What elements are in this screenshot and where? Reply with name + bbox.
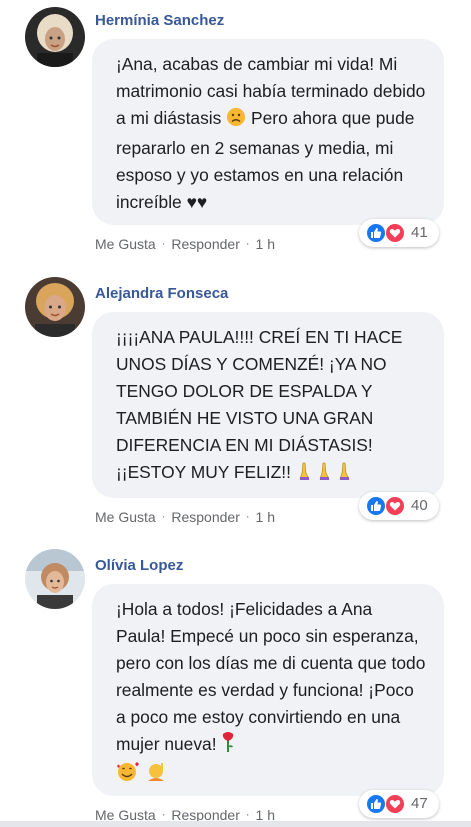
comment-author[interactable]: Alejandra Fonseca — [95, 285, 228, 302]
smiling-face-hearts-emoji-icon — [116, 761, 140, 791]
comment-timestamp[interactable]: 1 h — [256, 509, 275, 525]
reaction-count: 41 — [411, 224, 428, 241]
comment-timestamp[interactable]: 1 h — [256, 236, 275, 252]
avatar[interactable] — [25, 7, 85, 67]
avatar-photo-icon — [25, 549, 85, 609]
comment-text: ¡Ana, acabas de cambiar mi vida! Mi matr… — [116, 51, 426, 216]
avatar[interactable] — [25, 277, 85, 337]
comment-text-body: ¡¡¡¡ANA PAULA!!!! CREÍ EN TI HACE UNOS D… — [116, 327, 403, 482]
sad-face-emoji-icon — [226, 107, 246, 135]
love-reaction-icon — [385, 794, 405, 814]
comment-bubble: ¡Hola a todos! ¡Felicidades a Ana Paula!… — [92, 584, 444, 796]
reaction-count: 40 — [411, 497, 428, 514]
comment-actions: Me Gusta · Responder · 1 h — [95, 236, 275, 252]
like-reaction-icon — [366, 223, 386, 243]
like-link[interactable]: Me Gusta — [95, 509, 156, 525]
like-reaction-icon — [366, 496, 386, 516]
reactions-summary[interactable]: 40 — [359, 492, 439, 520]
comment-author[interactable]: Olívia Lopez — [95, 557, 183, 574]
love-reaction-icon — [385, 223, 405, 243]
bottom-divider — [0, 821, 471, 827]
dot-separator: · — [245, 809, 250, 821]
dot-separator: · — [161, 238, 166, 250]
praying-hands-emoji-icon — [296, 461, 356, 489]
reaction-count: 47 — [411, 795, 428, 812]
dot-separator: · — [245, 511, 250, 523]
reply-link[interactable]: Responder — [171, 509, 240, 525]
comment-text-body: ¡Hola a todos! ¡Felicidades a Ana Paula!… — [116, 599, 426, 754]
comment-bubble: ¡Ana, acabas de cambiar mi vida! Mi matr… — [92, 39, 444, 225]
comment-actions: Me Gusta · Responder · 1 h — [95, 509, 275, 525]
like-link[interactable]: Me Gusta — [95, 236, 156, 252]
love-reaction-icon — [385, 496, 405, 516]
comment-bubble: ¡¡¡¡ANA PAULA!!!! CREÍ EN TI HACE UNOS D… — [92, 312, 444, 498]
comment-text: ¡¡¡¡ANA PAULA!!!! CREÍ EN TI HACE UNOS D… — [116, 324, 426, 489]
comment-text: ¡Hola a todos! ¡Felicidades a Ana Paula!… — [116, 596, 426, 791]
dot-separator: · — [245, 238, 250, 250]
avatar-photo-icon — [25, 277, 85, 337]
avatar[interactable] — [25, 549, 85, 609]
comment-author[interactable]: Hermínia Sanchez — [95, 12, 224, 29]
dot-separator: · — [161, 511, 166, 523]
reply-link[interactable]: Responder — [171, 236, 240, 252]
reactions-summary[interactable]: 41 — [359, 219, 439, 247]
raising-hand-emoji-icon — [145, 761, 167, 791]
like-reaction-icon — [366, 794, 386, 814]
dot-separator: · — [161, 809, 166, 821]
avatar-photo-icon — [25, 7, 85, 67]
rose-emoji-icon — [221, 731, 235, 761]
reactions-summary[interactable]: 47 — [359, 790, 439, 818]
